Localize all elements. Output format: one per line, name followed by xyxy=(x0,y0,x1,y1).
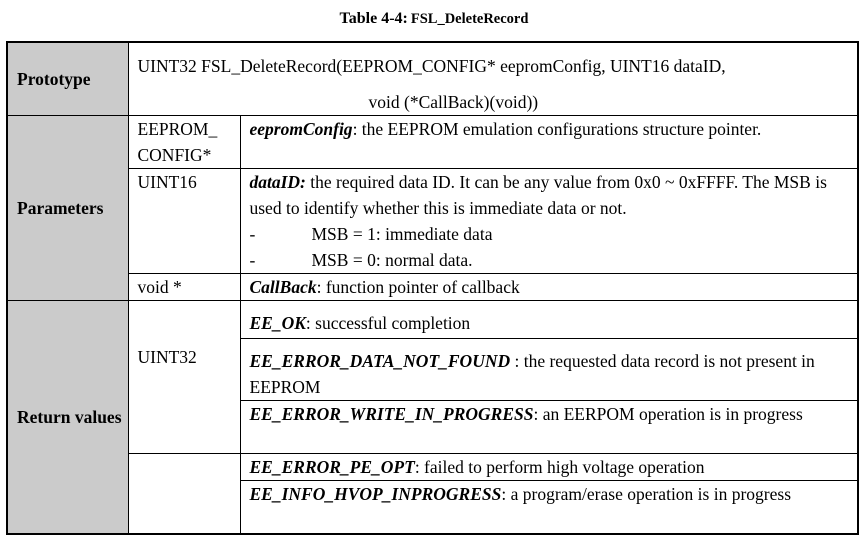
param-row: void * CallBack: function pointer of cal… xyxy=(7,273,859,301)
bullet-dash: - xyxy=(249,250,256,270)
return-description: EE_ERROR_DATA_NOT_FOUND : the requested … xyxy=(239,338,859,401)
param-description: eepromConfig: the EEPROM emulation confi… xyxy=(239,115,859,169)
param-type: UINT16 xyxy=(127,168,241,274)
bullet-dash: - xyxy=(249,224,256,244)
param-type: EEPROM_ CONFIG* xyxy=(127,115,241,169)
param-type: void * xyxy=(127,273,241,301)
bullet-item: - MSB = 1: immediate data xyxy=(250,221,852,247)
param-row: Parameters EEPROM_ CONFIG* eepromConfig:… xyxy=(6,115,859,301)
return-row: Return values UINT32 EE_OK: successful c… xyxy=(6,300,859,535)
return-text: : a program/erase operation is in progre… xyxy=(501,484,792,504)
param-description: CallBack: function pointer of callback xyxy=(239,273,859,301)
return-row: EE_ERROR_PE_OPT: failed to perform high … xyxy=(7,453,859,481)
param-text: the required data ID. It can be any valu… xyxy=(249,172,827,218)
return-code: EE_ERROR_DATA_NOT_FOUND xyxy=(249,351,511,371)
prototype-line-1: UINT32 FSL_DeleteRecord(EEPROM_CONFIG* e… xyxy=(137,56,726,76)
return-description: EE_INFO_HVOP_INPROGRESS: a program/erase… xyxy=(239,480,859,535)
param-name: dataID: xyxy=(249,172,306,192)
function-spec-table: Prototype UINT32 FSL_DeleteRecord(EEPROM… xyxy=(6,41,859,535)
return-row: EE_INFO_HVOP_INPROGRESS: a program/erase… xyxy=(7,480,859,535)
param-name: CallBack xyxy=(249,277,317,297)
caption-prefix: Table 4-4: xyxy=(339,10,408,27)
prototype-header: Prototype xyxy=(6,41,129,116)
table-caption: Table 4-4: FSL_DeleteRecord xyxy=(0,10,868,28)
prototype-line-2: void (*CallBack)(void)) xyxy=(368,92,539,112)
return-description: EE_OK: successful completion xyxy=(239,300,859,339)
parameters-header: Parameters xyxy=(6,115,129,301)
bullet-item: - MSB = 0: normal data. xyxy=(250,247,852,273)
return-text: : failed to perform high voltage operati… xyxy=(414,457,705,477)
return-type-blank xyxy=(127,480,241,535)
return-values-header: Return values xyxy=(6,300,129,535)
return-code: EE_ERROR_PE_OPT xyxy=(249,457,415,477)
return-type: UINT32 xyxy=(127,300,241,454)
param-description: dataID: the required data ID. It can be … xyxy=(239,168,859,274)
return-description: EE_ERROR_WRITE_IN_PROGRESS: an EERPOM op… xyxy=(239,400,859,454)
return-text: : successful completion xyxy=(305,313,471,333)
param-name: eepromConfig xyxy=(249,119,353,139)
bullet-text: MSB = 1: immediate data xyxy=(311,224,493,244)
return-text: : an EERPOM operation is in progress xyxy=(533,404,803,424)
return-description: EE_ERROR_PE_OPT: failed to perform high … xyxy=(239,453,859,481)
return-code: EE_INFO_HVOP_INPROGRESS xyxy=(249,484,502,504)
bullet-text: MSB = 0: normal data. xyxy=(311,250,473,270)
param-row: UINT16 dataID: the required data ID. It … xyxy=(7,168,859,274)
prototype-row: Prototype UINT32 FSL_DeleteRecord(EEPROM… xyxy=(6,41,859,116)
return-code: EE_ERROR_WRITE_IN_PROGRESS xyxy=(249,404,534,424)
return-code: EE_OK xyxy=(249,313,306,333)
param-text: : function pointer of callback xyxy=(316,277,520,297)
return-type-blank xyxy=(127,453,241,481)
param-text: : the EEPROM emulation configurations st… xyxy=(352,119,762,139)
caption-function-name: FSL_DeleteRecord xyxy=(410,11,529,27)
prototype-cell: UINT32 FSL_DeleteRecord(EEPROM_CONFIG* e… xyxy=(127,41,859,116)
